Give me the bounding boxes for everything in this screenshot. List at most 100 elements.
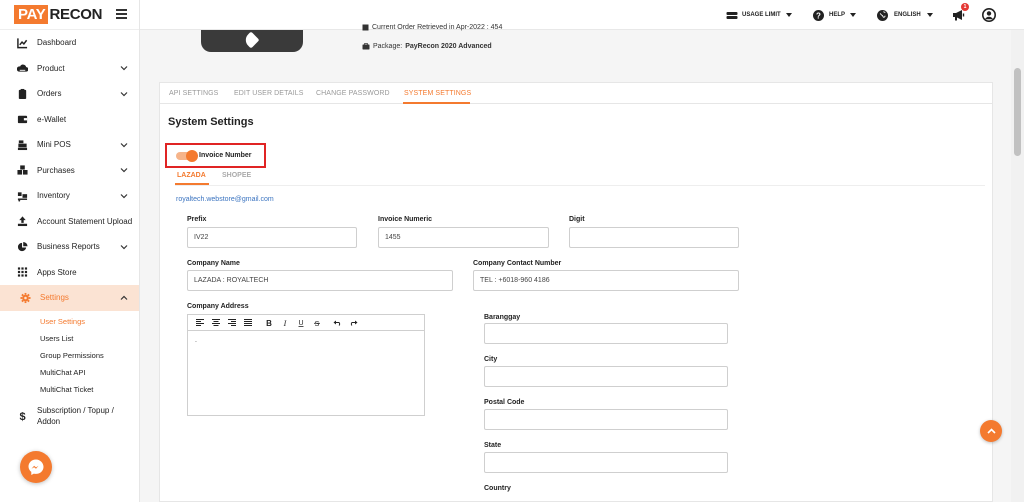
submenu-item-multichat-api[interactable]: MultiChat API	[0, 364, 139, 381]
sidebar-item-label: Orders	[37, 89, 62, 99]
bold-icon[interactable]: B	[263, 317, 274, 328]
dolly-icon	[17, 192, 28, 202]
barangay-input[interactable]	[484, 323, 728, 344]
tab-change-password[interactable]: CHANGE PASSWORD	[316, 90, 390, 97]
company-contact-input[interactable]: TEL : +6018-960 4186	[473, 270, 739, 291]
scrollbar-thumb[interactable]	[1014, 68, 1021, 156]
invoice-number-toggle-highlight: Invoice Number	[165, 143, 266, 168]
notification-count-badge: 1	[961, 3, 969, 11]
page-scrollbar[interactable]	[1011, 30, 1024, 502]
svg-text:?: ?	[816, 11, 821, 20]
sidebar-item-dashboard[interactable]: Dashboard	[0, 30, 139, 56]
submenu-item-user-settings[interactable]: User Settings	[0, 313, 139, 330]
boxes-icon	[17, 165, 28, 175]
sidebar-item-label: e-Wallet	[37, 114, 67, 124]
prefix-label: Prefix	[187, 216, 207, 223]
sidebar-item-label: Apps Store	[37, 267, 77, 277]
wallet-icon	[17, 116, 28, 124]
italic-icon[interactable]: I	[279, 317, 290, 328]
digit-label: Digit	[569, 216, 585, 223]
clipboard-icon	[18, 88, 27, 99]
company-name-input[interactable]: LAZADA : ROYALTECH	[187, 270, 453, 291]
sidebar-nav: Dashboard Product Orders e-Wallet Mini P…	[0, 30, 139, 311]
logo-recon: RECON	[49, 6, 103, 23]
redo-icon[interactable]	[348, 317, 359, 328]
brand-logo[interactable]: PAY RECON	[14, 5, 102, 24]
tab-edit-user-details[interactable]: EDIT USER DETAILS	[234, 90, 304, 97]
invoice-numeric-input[interactable]: 1455	[378, 227, 549, 248]
help-menu[interactable]: ? HELP	[813, 0, 857, 30]
chevron-down-icon	[120, 142, 128, 148]
prefix-input[interactable]: IV22	[187, 227, 357, 248]
sidebar-item-business-reports[interactable]: Business Reports	[0, 234, 139, 260]
sidebar-item-inventory[interactable]: Inventory	[0, 183, 139, 209]
subtab-lazada[interactable]: LAZADA	[177, 172, 206, 179]
sidebar: PAY RECON Dashboard Product Orders e-Wall	[0, 0, 140, 502]
sidebar-item-settings[interactable]: Settings	[0, 285, 139, 311]
scroll-to-top-button[interactable]	[980, 420, 1002, 442]
logo-pay: PAY	[14, 5, 49, 24]
package-line: Package: PayRecon 2020 Advanced	[362, 43, 492, 50]
underline-icon[interactable]: U	[295, 317, 306, 328]
invoice-number-toggle[interactable]	[176, 150, 198, 162]
sidebar-item-apps-store[interactable]: Apps Store	[0, 260, 139, 286]
city-label: City	[484, 356, 498, 363]
subtab-shopee[interactable]: SHOPEE	[222, 172, 251, 179]
sidebar-item-label: Subscription / Topup / Addon	[37, 405, 114, 427]
state-input[interactable]	[484, 452, 728, 473]
undo-icon[interactable]	[332, 317, 343, 328]
sidebar-item-purchases[interactable]: Purchases	[0, 158, 139, 184]
toggle-knob	[186, 150, 198, 162]
user-account-button[interactable]	[982, 0, 996, 30]
state-label: State	[484, 442, 502, 449]
grid-icon	[17, 267, 28, 277]
submenu-item-users-list[interactable]: Users List	[0, 330, 139, 347]
settings-submenu: User Settings Users List Group Permissio…	[0, 311, 139, 398]
hamburger-menu-icon[interactable]	[116, 9, 127, 19]
language-label: ENGLISH	[894, 12, 921, 18]
sidebar-item-label: Settings	[40, 293, 69, 303]
sidebar-item-product[interactable]: Product	[0, 56, 139, 82]
messenger-chat-button[interactable]	[20, 451, 52, 483]
align-right-icon[interactable]	[226, 317, 237, 328]
settings-card: API SETTINGS EDIT USER DETAILS CHANGE PA…	[159, 82, 993, 502]
align-left-icon[interactable]	[194, 317, 205, 328]
align-justify-icon[interactable]	[242, 317, 253, 328]
profile-banner-image	[201, 30, 303, 52]
package-label: Package:	[373, 43, 403, 50]
company-address-textarea[interactable]: .	[188, 331, 424, 350]
sidebar-item-orders[interactable]: Orders	[0, 81, 139, 107]
svg-text:$: $	[19, 411, 25, 421]
sidebar-item-label: Inventory	[37, 191, 70, 201]
location-pin-icon	[242, 31, 260, 49]
tab-api-settings[interactable]: API SETTINGS	[169, 90, 218, 97]
postal-code-label: Postal Code	[484, 399, 525, 406]
sidebar-item-subscription[interactable]: $ Subscription / Topup / Addon	[0, 401, 139, 431]
chevron-down-icon	[120, 193, 128, 199]
postal-code-input[interactable]	[484, 409, 728, 430]
usage-limit-menu[interactable]: USAGE LIMIT	[726, 0, 792, 30]
sidebar-item-ewallet[interactable]: e-Wallet	[0, 107, 139, 133]
language-menu[interactable]: ENGLISH	[877, 0, 933, 30]
subscription-line-1: Subscription / Topup /	[37, 405, 114, 415]
logo-row: PAY RECON	[0, 0, 139, 30]
dollar-icon: $	[19, 411, 25, 421]
store-email-link[interactable]: royaltech.webstore@gmail.com	[176, 196, 274, 203]
subtab-divider	[175, 185, 985, 186]
editor-toolbar: B I U S	[188, 315, 424, 331]
strikethrough-icon[interactable]: S	[311, 317, 322, 328]
sidebar-item-account-statement-upload[interactable]: Account Statement Upload	[0, 209, 139, 235]
city-input[interactable]	[484, 366, 728, 387]
digit-input[interactable]	[569, 227, 739, 248]
app-root: PAY RECON Dashboard Product Orders e-Wall	[0, 0, 1024, 502]
cloud-icon	[17, 64, 28, 72]
pie-chart-icon	[17, 241, 28, 251]
submenu-item-group-permissions[interactable]: Group Permissions	[0, 347, 139, 364]
package-value: PayRecon 2020 Advanced	[405, 43, 492, 50]
sidebar-item-label: Account Statement Upload	[37, 216, 133, 226]
submenu-item-multichat-ticket[interactable]: MultiChat Ticket	[0, 381, 139, 398]
sidebar-item-mini-pos[interactable]: Mini POS	[0, 132, 139, 158]
align-center-icon[interactable]	[210, 317, 221, 328]
invoice-numeric-label: Invoice Numeric	[378, 216, 433, 223]
tab-system-settings[interactable]: SYSTEM SETTINGS	[404, 90, 471, 97]
